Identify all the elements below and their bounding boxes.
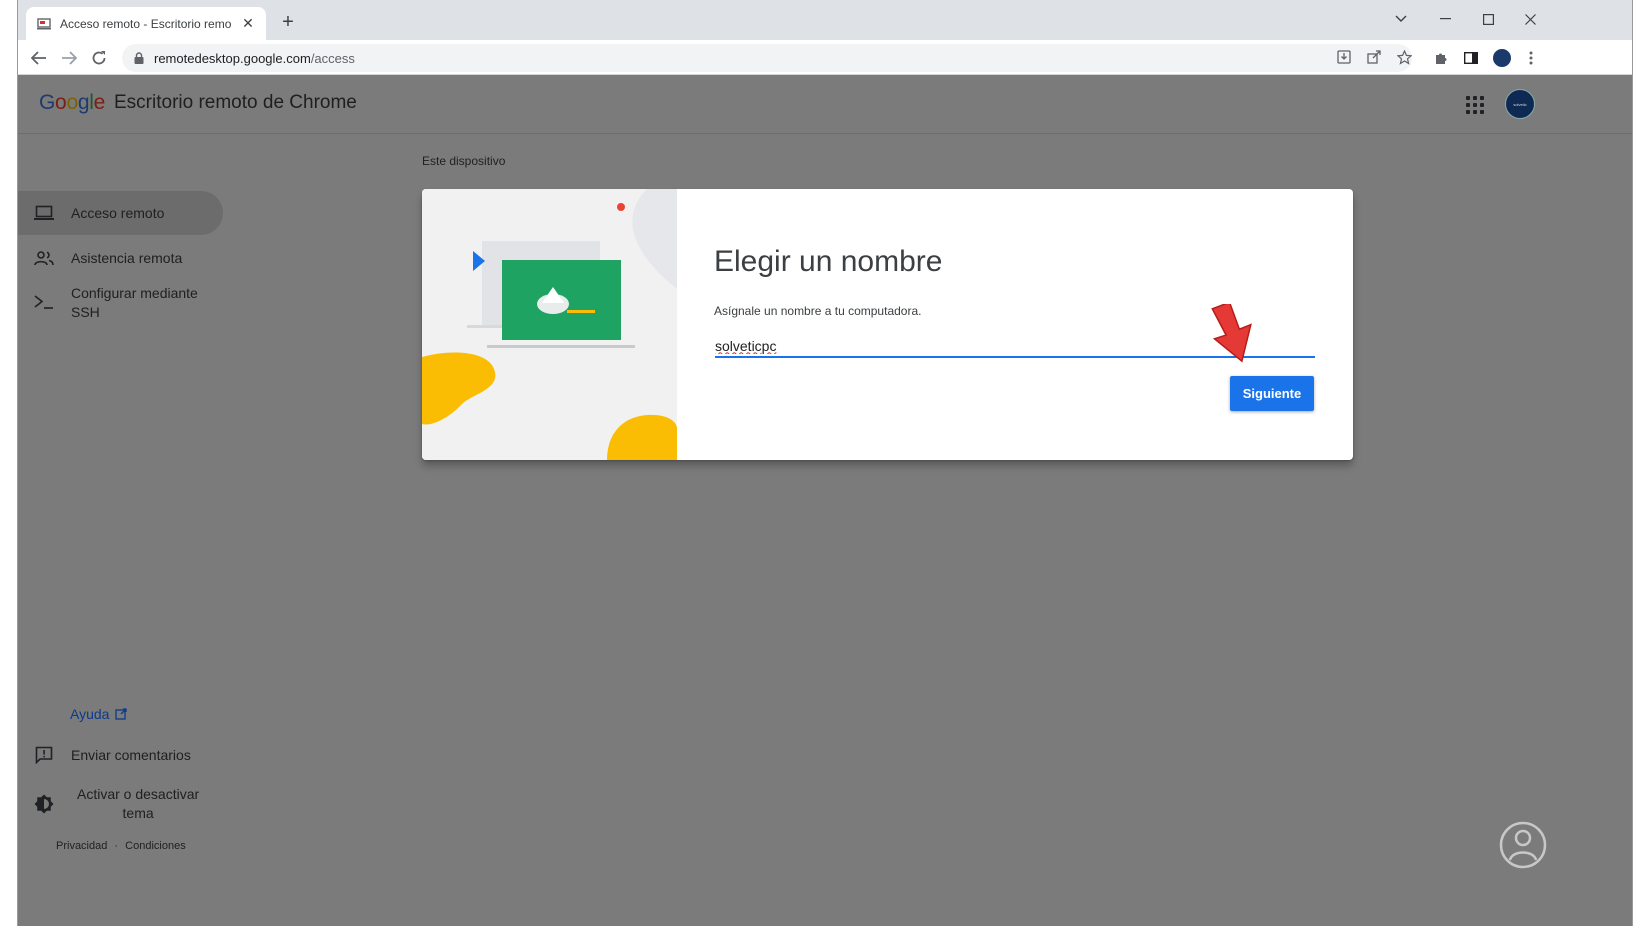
browser-window: Acceso remoto - Escritorio remo ✕ + remo… xyxy=(17,0,1633,926)
tab-search-chevron-down-icon[interactable] xyxy=(1379,5,1423,33)
title-bar: Acceso remoto - Escritorio remo ✕ + xyxy=(18,0,1632,40)
footer-separator: · xyxy=(114,840,119,852)
browser-toolbar: remotedesktop.google.com/access xyxy=(18,40,1632,75)
minimize-button[interactable] xyxy=(1423,5,1467,33)
install-app-icon[interactable] xyxy=(1331,44,1357,70)
sidebar-item-label: Enviar comentarios xyxy=(71,747,191,763)
laptop-icon xyxy=(34,205,54,221)
tab-close-icon[interactable]: ✕ xyxy=(240,15,256,32)
terms-link[interactable]: Condiciones xyxy=(125,840,186,852)
sidebar-item-label: Acceso remoto xyxy=(71,205,165,221)
sidebar-item-label-line1: Configurar mediante xyxy=(71,285,198,301)
theme-brightness-icon xyxy=(34,794,54,814)
section-title: Este dispositivo xyxy=(422,154,506,168)
extensions-puzzle-icon[interactable] xyxy=(1428,45,1454,71)
terminal-icon xyxy=(34,295,54,309)
dialog-subtitle: Asígnale un nombre a tu computadora. xyxy=(714,304,922,318)
reload-icon[interactable] xyxy=(86,45,112,71)
sidebar-item-label-line2: tema xyxy=(122,805,154,821)
app-header: Google Escritorio remoto de Chrome solve… xyxy=(18,76,1632,134)
sidebar-item-acceso-remoto[interactable]: Acceso remoto xyxy=(18,191,223,235)
open-in-new-icon xyxy=(115,708,128,720)
remote-computer-illustration xyxy=(422,189,677,460)
sidebar-item-enviar-comentarios[interactable]: Enviar comentarios xyxy=(18,743,191,767)
footer-links: Privacidad · Condiciones xyxy=(56,840,186,852)
side-panel-icon[interactable] xyxy=(1458,45,1484,71)
bookmark-star-icon[interactable] xyxy=(1391,44,1417,70)
solvetic-watermark-logo xyxy=(1499,821,1547,869)
new-tab-button[interactable]: + xyxy=(276,11,300,33)
red-arrow-annotation-icon xyxy=(1211,304,1252,363)
google-apps-grid-icon[interactable] xyxy=(1464,94,1486,116)
remote-desktop-favicon-icon xyxy=(36,16,52,32)
forward-arrow-icon[interactable] xyxy=(56,45,82,71)
sidebar-item-configurar-ssh[interactable]: Configurar mediante SSH xyxy=(18,284,198,322)
account-avatar[interactable]: solvetic xyxy=(1505,89,1535,119)
sidebar-item-tema[interactable]: Activar o desactivar tema xyxy=(18,785,199,823)
tab-title: Acceso remoto - Escritorio remo xyxy=(60,16,232,31)
profile-avatar[interactable] xyxy=(1492,48,1512,68)
siguiente-button[interactable]: Siguiente xyxy=(1230,376,1314,411)
sidebar-item-asistencia-remota[interactable]: Asistencia remota xyxy=(18,246,182,270)
close-window-button[interactable] xyxy=(1508,5,1552,33)
maximize-button[interactable] xyxy=(1466,5,1510,33)
address-bar[interactable]: remotedesktop.google.com/access xyxy=(122,44,1412,72)
privacy-link[interactable]: Privacidad xyxy=(56,840,107,852)
sidebar-item-label-line1: Activar o desactivar xyxy=(77,786,200,802)
dialog-illustration xyxy=(422,189,677,460)
dialog-title: Elegir un nombre xyxy=(714,245,943,278)
back-arrow-icon[interactable] xyxy=(26,45,52,71)
app-title: Escritorio remoto de Chrome xyxy=(114,92,357,113)
lock-icon xyxy=(134,52,144,64)
google-logo[interactable]: Google xyxy=(39,91,105,115)
people-icon xyxy=(34,250,54,266)
sidebar-item-label: Asistencia remota xyxy=(71,250,183,266)
sidebar-item-label-line2: SSH xyxy=(71,304,100,320)
help-link[interactable]: Ayuda xyxy=(70,706,128,722)
browser-tab[interactable]: Acceso remoto - Escritorio remo ✕ xyxy=(26,7,266,40)
feedback-icon xyxy=(34,746,54,764)
help-label: Ayuda xyxy=(70,706,110,722)
url-host: remotedesktop.google.com xyxy=(154,50,311,66)
share-icon[interactable] xyxy=(1361,44,1387,70)
more-menu-icon[interactable] xyxy=(1518,45,1544,71)
url-path: /access xyxy=(310,50,355,66)
